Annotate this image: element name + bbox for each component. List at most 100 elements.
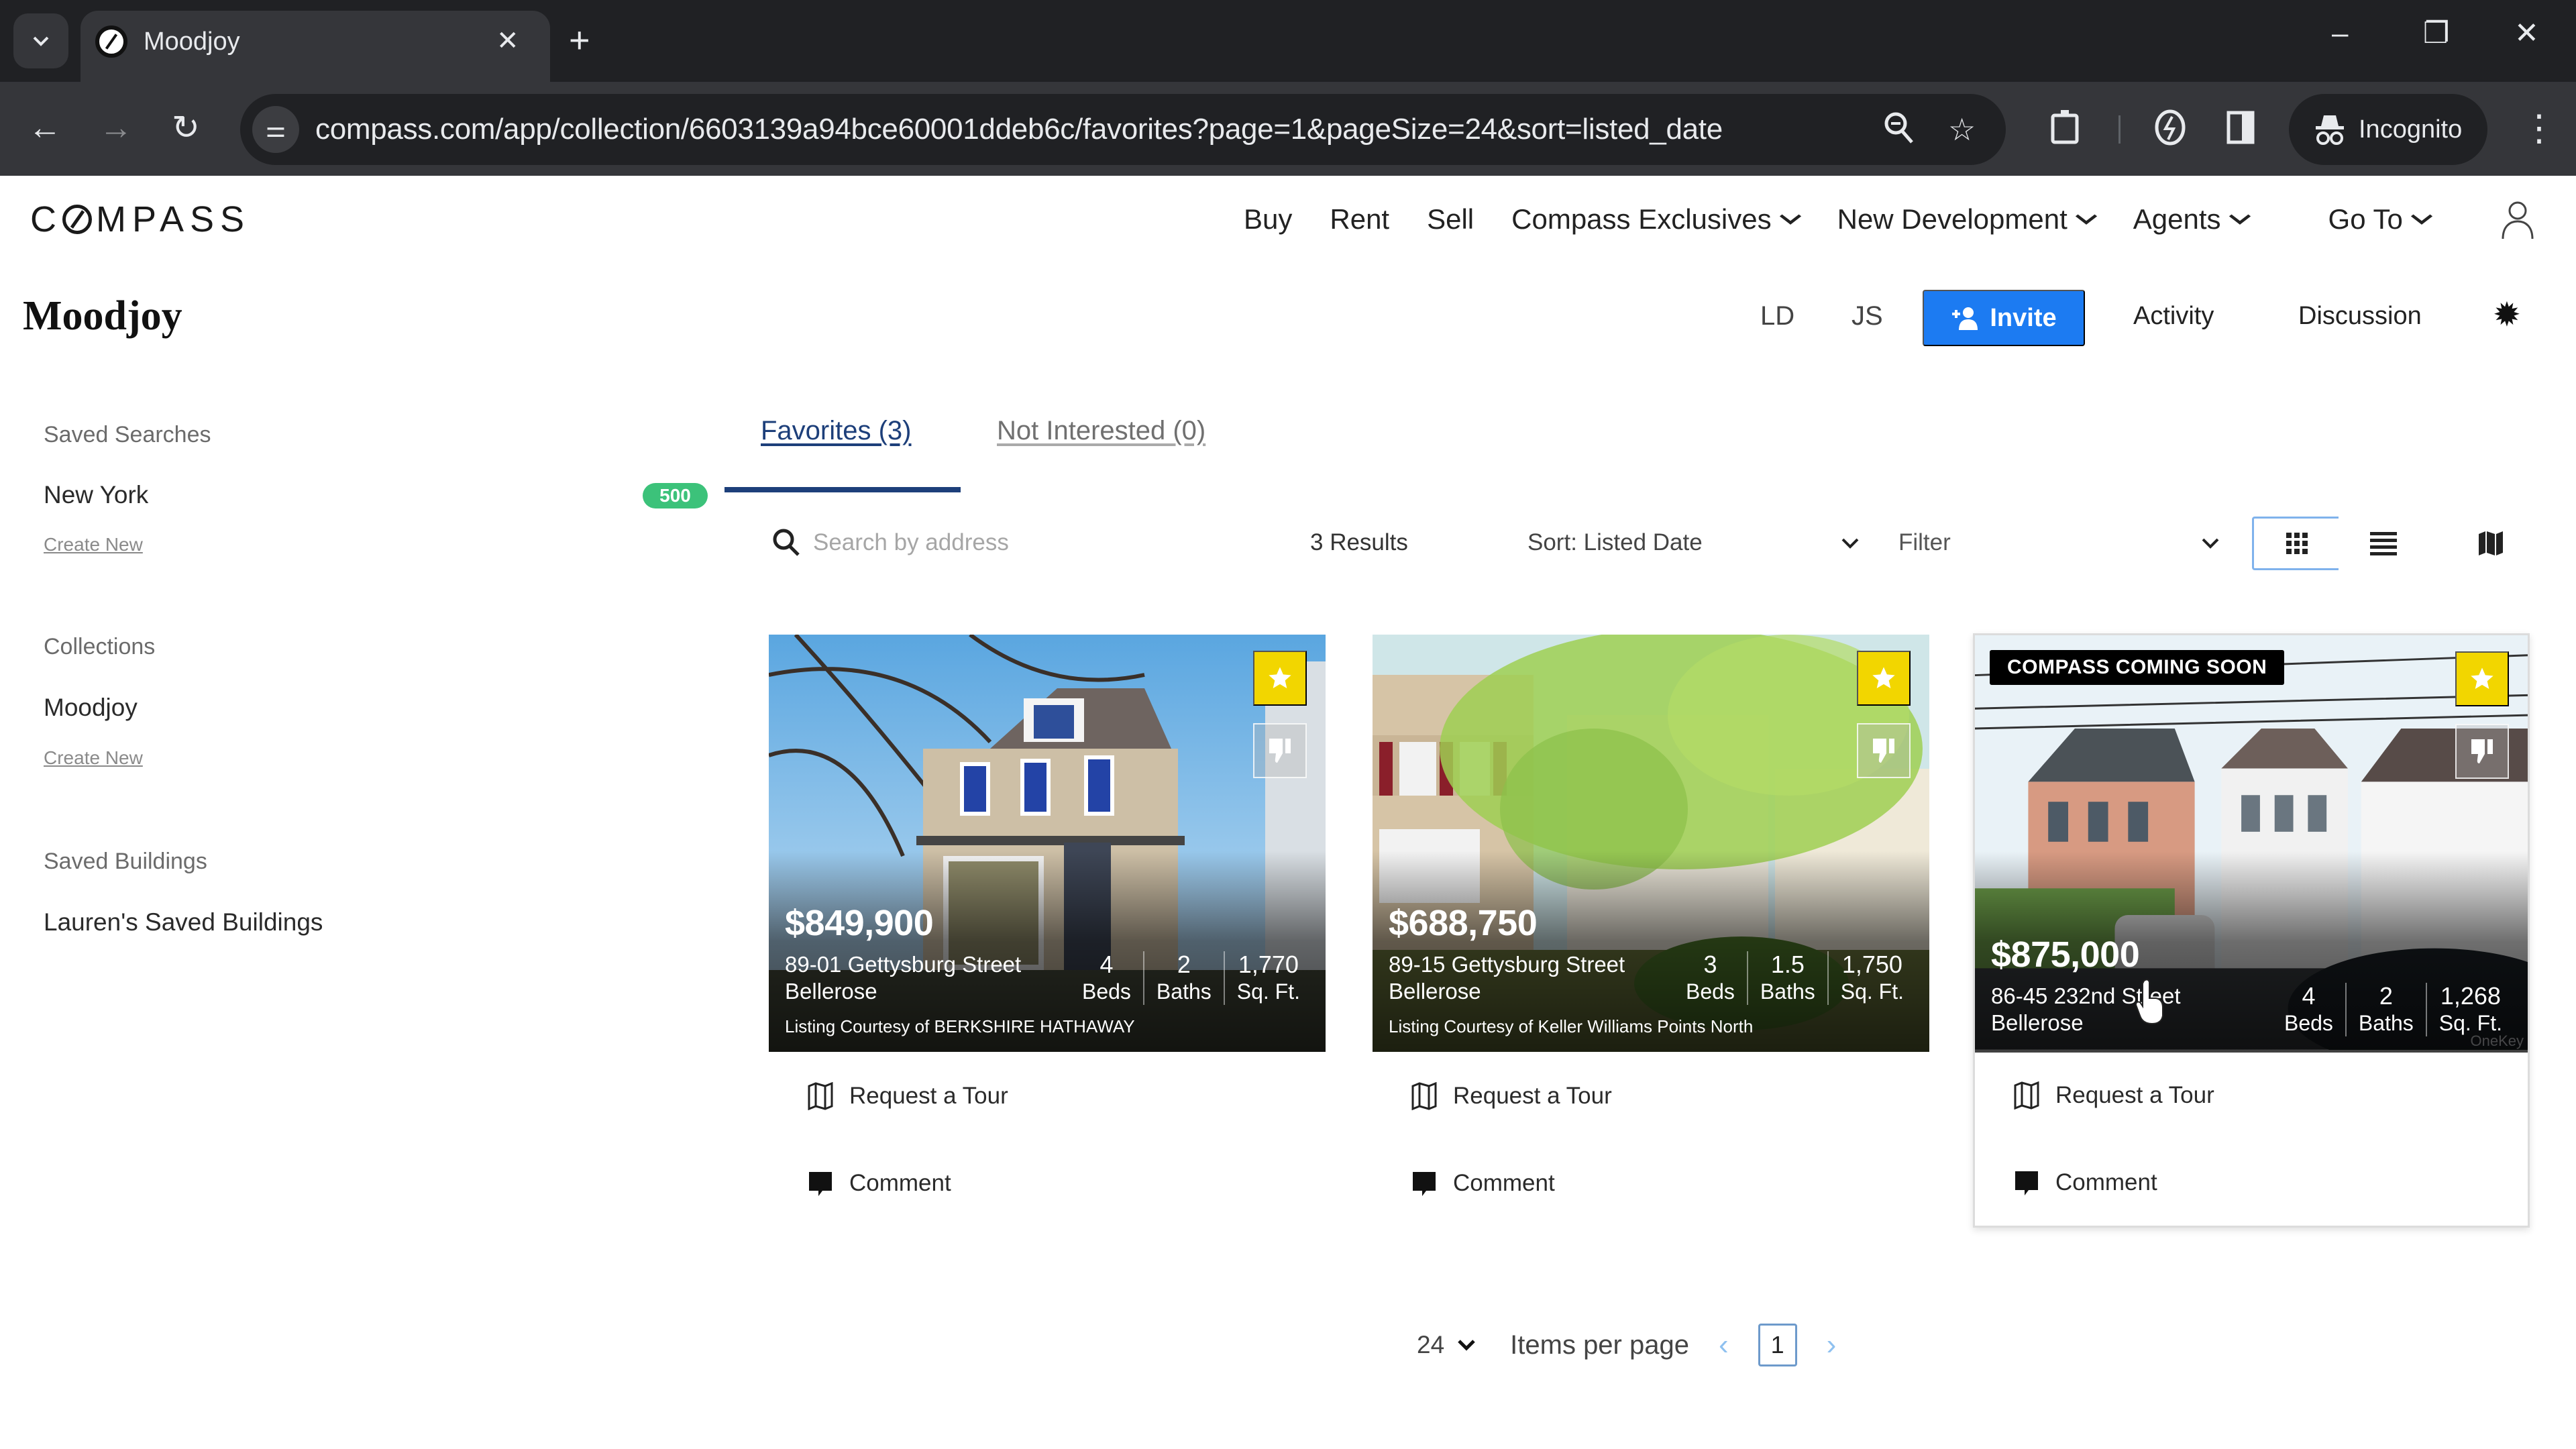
nav-sell[interactable]: Sell — [1427, 203, 1474, 235]
favorite-button[interactable] — [1253, 651, 1307, 706]
not-interested-button[interactable] — [2455, 724, 2509, 779]
grid-view-button[interactable] — [2252, 517, 2341, 570]
url-text[interactable]: compass.com/app/collection/6603139a94bce… — [315, 111, 1723, 148]
coming-soon-badge: COMPASS COMING SOON — [1990, 650, 2285, 685]
comment-button[interactable]: Comment — [806, 1169, 951, 1198]
page-size-select[interactable]: 24 — [1417, 1331, 1477, 1359]
toolbar-separator — [2118, 115, 2121, 144]
nav-rent[interactable]: Rent — [1330, 203, 1389, 235]
next-page-icon[interactable]: › — [1827, 1328, 1837, 1362]
comment-button[interactable]: Comment — [1410, 1169, 1555, 1198]
listing-price: $849,900 — [785, 903, 934, 943]
close-window-icon[interactable]: ✕ — [2514, 13, 2539, 54]
listing-photo[interactable]: $688,750 89-15 Gettysburg Street Bellero… — [1373, 635, 1929, 1052]
favorite-button[interactable] — [1857, 651, 1911, 706]
minimize-icon[interactable]: – — [2332, 13, 2348, 54]
beds-label: Beds — [1685, 979, 1735, 1004]
side-panel-icon[interactable] — [2226, 109, 2255, 156]
new-tab-icon[interactable]: + — [569, 20, 590, 60]
thumbs-down-icon — [1269, 739, 1291, 763]
performance-icon[interactable] — [2153, 109, 2187, 156]
comment-icon — [1413, 1172, 1436, 1196]
discussion-link[interactable]: Discussion — [2298, 299, 2422, 333]
settings-gear-icon[interactable]: ✹ — [2493, 298, 2521, 331]
map-view-button[interactable] — [2446, 517, 2535, 570]
nav-buy[interactable]: Buy — [1244, 203, 1292, 235]
collection-item[interactable]: Moodjoy — [44, 692, 138, 723]
current-page[interactable]: 1 — [1758, 1324, 1797, 1366]
sqft-stat: 1,750 Sq. Ft. — [1827, 951, 1916, 1005]
compass-logo[interactable]: C MPASS — [30, 201, 250, 237]
listing-card[interactable]: COMPASS COMING SOON $875,000 86-45 232nd… — [1973, 633, 2530, 1228]
address-bar[interactable]: ⚌ compass.com/app/collection/6603139a94b… — [240, 94, 2006, 165]
zoom-icon[interactable] — [1884, 111, 1915, 152]
tab-favorites[interactable]: Favorites (3) — [761, 413, 912, 448]
list-view-button[interactable] — [2339, 517, 2428, 570]
bookmark-star-icon[interactable]: ☆ — [1948, 111, 1976, 148]
baths-label: Baths — [1156, 979, 1212, 1004]
request-tour-button[interactable]: Request a Tour — [806, 1081, 1008, 1111]
nav-agents[interactable]: Agents — [2133, 203, 2251, 235]
back-icon[interactable]: ← — [28, 107, 62, 148]
browser-menu-icon[interactable]: ⋮ — [2521, 105, 2557, 152]
site-info-icon[interactable]: ⚌ — [252, 106, 299, 153]
saved-building-item[interactable]: Lauren's Saved Buildings — [44, 907, 323, 938]
not-interested-button[interactable] — [1857, 723, 1911, 778]
beds-value: 3 — [1703, 951, 1717, 978]
search-input[interactable] — [813, 525, 1242, 561]
tab-not-interested[interactable]: Not Interested (0) — [997, 413, 1205, 448]
nav-label: New Development — [1837, 203, 2068, 235]
browser-toolbar: ← → ↻ ⚌ compass.com/app/collection/66031… — [0, 82, 2576, 176]
close-tab-icon[interactable]: ✕ — [496, 24, 519, 58]
listing-card[interactable]: $849,900 89-01 Gettysburg Street Bellero… — [769, 635, 1326, 1196]
tab-search-button[interactable] — [13, 13, 68, 68]
create-collection-link[interactable]: Create New — [44, 746, 143, 770]
browser-tab[interactable]: Moodjoy ✕ — [80, 11, 550, 82]
collaborator-avatar[interactable]: LD — [1760, 299, 1794, 333]
nav-new-development[interactable]: New Development — [1837, 203, 2097, 235]
filter-dropdown[interactable]: Filter — [1898, 522, 2220, 564]
listing-photo[interactable]: COMPASS COMING SOON $875,000 86-45 232nd… — [1975, 635, 2528, 1053]
list-icon — [2369, 532, 2397, 555]
grid-icon — [2286, 533, 2308, 554]
request-tour-button[interactable]: Request a Tour — [1410, 1081, 1612, 1111]
chevron-down-icon — [1779, 214, 1801, 225]
create-saved-search-link[interactable]: Create New — [44, 533, 143, 557]
invite-button[interactable]: Invite — [1923, 290, 2085, 346]
nav-compass-exclusives[interactable]: Compass Exclusives — [1511, 203, 1801, 235]
activity-link[interactable]: Activity — [2133, 299, 2214, 333]
incognito-icon — [2316, 115, 2344, 145]
forward-icon[interactable]: → — [99, 107, 133, 148]
reload-icon[interactable]: ↻ — [172, 107, 200, 148]
collaborator-avatar[interactable]: JS — [1851, 299, 1883, 333]
sort-dropdown[interactable]: Sort: Listed Date — [1527, 522, 1860, 564]
comment-button[interactable]: Comment — [2012, 1168, 2157, 1197]
nav-go-to[interactable]: Go To — [2328, 203, 2432, 235]
favorite-button[interactable] — [2455, 651, 2509, 706]
nav-label: Rent — [1330, 203, 1390, 235]
chevron-down-icon — [1841, 538, 1859, 549]
incognito-indicator[interactable]: Incognito — [2289, 94, 2487, 165]
saved-search-item[interactable]: New York — [44, 480, 148, 511]
restore-icon[interactable]: ❐ — [2423, 13, 2449, 54]
results-count: 3 Results — [1310, 529, 1408, 555]
request-tour-button[interactable]: Request a Tour — [2012, 1081, 2214, 1110]
baths-stat: 2 Baths — [2345, 983, 2426, 1036]
extensions-icon[interactable] — [2049, 109, 2082, 156]
listing-card[interactable]: $688,750 89-15 Gettysburg Street Bellero… — [1373, 635, 1929, 1196]
map-tour-icon — [2014, 1081, 2039, 1110]
tab-title: Moodjoy — [144, 28, 240, 56]
sqft-stat: 1,268 Sq. Ft. — [2425, 983, 2514, 1036]
active-tab-indicator — [724, 487, 961, 492]
compass-favicon-icon — [95, 25, 127, 58]
user-icon[interactable] — [2501, 200, 2534, 240]
prev-page-icon[interactable]: ‹ — [1719, 1328, 1729, 1362]
star-icon — [1269, 667, 1291, 688]
collections-heading: Collections — [44, 634, 156, 659]
comment-label: Comment — [849, 1170, 951, 1196]
not-interested-button[interactable] — [1253, 723, 1307, 778]
listing-price: $688,750 — [1389, 903, 1538, 943]
baths-label: Baths — [1760, 979, 1815, 1004]
star-icon — [1872, 667, 1895, 688]
listing-photo[interactable]: $849,900 89-01 Gettysburg Street Bellero… — [769, 635, 1326, 1052]
